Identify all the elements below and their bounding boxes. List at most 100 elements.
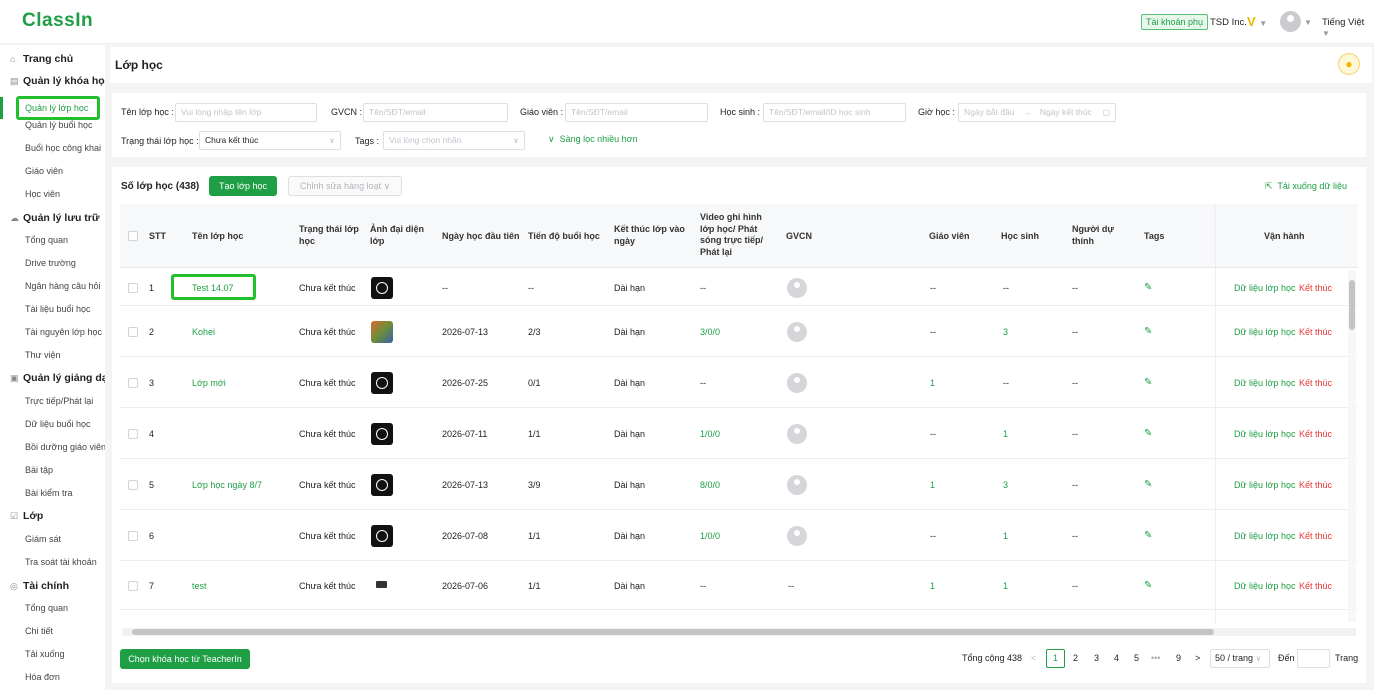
scroll-thumb[interactable] [132,629,1214,635]
class-name-link[interactable]: test [192,581,207,591]
sidebar-section[interactable]: ◎ Tài chính [0,580,105,600]
sidebar-item[interactable]: Bồi dưỡng giáo viên [0,442,105,462]
class-data-link[interactable]: Dữ liệu lớp học [1234,378,1295,388]
student-input[interactable]: Tên/SĐT/email/ID học sinh [763,103,906,122]
teacher-input[interactable]: Tên/SĐT/email [565,103,708,122]
sidebar-item[interactable]: Giám sát [0,534,105,554]
row-checkbox[interactable] [128,378,138,388]
lightbulb-icon[interactable]: ● [1338,53,1360,75]
sidebar-item[interactable]: Tải xuống [0,649,105,669]
row-checkbox[interactable] [128,581,138,591]
class-avatar-image[interactable] [371,321,393,343]
end-class-link[interactable]: Kết thúc [1299,327,1332,337]
edit-tags-icon[interactable]: ✎ [1144,326,1152,337]
page-ellipsis[interactable]: ••• [1151,653,1160,663]
video-count[interactable]: 1/0/0 [700,531,720,541]
class-data-link[interactable]: Dữ liệu lớp học [1234,531,1295,541]
date-range-input[interactable]: Ngày bắt đầu → Ngày kết thúc ▢ [958,103,1116,122]
class-data-link[interactable]: Dữ liệu lớp học [1234,581,1295,591]
vip-badge[interactable]: V ▼ [1247,14,1267,29]
class-avatar-image[interactable] [371,372,393,394]
sidebar-item[interactable]: Bài tập [0,465,105,485]
homeroom-teacher-avatar[interactable] [787,373,807,393]
sidebar-item[interactable]: Quản lý buổi học [0,120,105,140]
student-count[interactable]: 3 [1003,327,1008,337]
homeroom-teacher-avatar[interactable] [787,475,807,495]
download-data-link[interactable]: ⇱ Tải xuống dữ liệu [1265,181,1347,192]
edit-tags-icon[interactable]: ✎ [1144,580,1152,591]
page-size-select[interactable]: 50 / trang ∨ [1210,649,1270,668]
video-count[interactable]: 8/0/0 [700,480,720,490]
sidebar-item[interactable]: Ngân hàng câu hỏi [0,281,105,301]
video-count[interactable]: 3/0/0 [700,327,720,337]
end-class-link[interactable]: Kết thúc [1299,378,1332,388]
sidebar-section[interactable]: ☁ Quản lý lưu trữ [0,212,105,232]
class-name-link[interactable]: Lớp học ngày 8/7 [192,480,262,490]
sidebar-item[interactable]: Tra soát tài khoản [0,557,105,577]
end-class-link[interactable]: Kết thúc [1299,429,1332,439]
video-count[interactable]: 1/0/0 [700,429,720,439]
class-avatar-image[interactable] [371,525,393,547]
homeroom-teacher-avatar[interactable] [787,526,807,546]
class-data-link[interactable]: Dữ liệu lớp học [1234,283,1295,293]
language-selector[interactable]: Tiếng Việt ▼ [1322,17,1374,39]
page-4-button[interactable]: 4 [1114,653,1119,663]
student-count[interactable]: 1 [1003,429,1008,439]
student-count[interactable]: 3 [1003,480,1008,490]
more-filters-link[interactable]: ∨ Sàng lọc nhiều hơn [548,134,638,145]
sidebar-section[interactable]: ▣ Quản lý giảng dạy [0,372,105,392]
end-class-link[interactable]: Kết thúc [1299,283,1332,293]
row-checkbox[interactable] [128,283,138,293]
sidebar-item[interactable]: Giáo viên [0,166,105,186]
sidebar-item[interactable]: Chi tiết [0,626,105,646]
teacher-count[interactable]: 1 [930,480,935,490]
edit-tags-icon[interactable]: ✎ [1144,428,1152,439]
homeroom-teacher-avatar[interactable] [787,322,807,342]
edit-tags-icon[interactable]: ✎ [1144,377,1152,388]
classin-logo[interactable]: ClassIn [22,10,93,32]
student-count[interactable]: 1 [1003,531,1008,541]
sidebar-section[interactable]: ⌂ Trang chủ [0,53,105,73]
page-2-button[interactable]: 2 [1073,653,1078,663]
vertical-scrollbar[interactable] [1348,270,1356,622]
row-checkbox[interactable] [128,531,138,541]
scroll-thumb[interactable] [1349,280,1355,330]
class-data-link[interactable]: Dữ liệu lớp học [1234,480,1295,490]
batch-edit-button[interactable]: Chỉnh sửa hàng loạt ∨ [288,176,402,196]
class-name-input[interactable]: Vui lòng nhập tên lớp [175,103,317,122]
user-avatar[interactable] [1280,11,1301,32]
row-checkbox[interactable] [128,480,138,490]
end-class-link[interactable]: Kết thúc [1299,581,1332,591]
row-checkbox[interactable] [128,429,138,439]
gvcn-input[interactable]: Tên/SĐT/email [363,103,508,122]
class-avatar-image[interactable] [371,575,393,597]
create-class-button[interactable]: Tạo lớp học [209,176,277,196]
sidebar-section[interactable]: ▤ Quản lý khóa học [0,75,105,95]
sidebar-item[interactable]: Bài kiểm tra [0,488,105,508]
sidebar-item[interactable]: Trực tiếp/Phát lại [0,396,105,416]
page-9-button[interactable]: 9 [1176,653,1181,663]
teacher-count[interactable]: 1 [930,581,935,591]
chevron-down-icon[interactable]: ▼ [1304,18,1312,27]
select-all-checkbox[interactable] [128,231,138,241]
class-avatar-image[interactable] [371,277,393,299]
row-checkbox[interactable] [128,327,138,337]
class-data-link[interactable]: Dữ liệu lớp học [1234,327,1295,337]
end-class-link[interactable]: Kết thúc [1299,531,1332,541]
sidebar-item[interactable]: Thư viện [0,350,105,370]
end-class-link[interactable]: Kết thúc [1299,480,1332,490]
class-name-link[interactable]: Kohei [192,327,215,337]
sub-account-badge[interactable]: Tài khoản phụ [1141,14,1209,30]
sidebar-item[interactable]: Dữ liệu buổi học [0,419,105,439]
homeroom-teacher-avatar[interactable] [787,424,807,444]
class-avatar-image[interactable] [371,423,393,445]
org-selector[interactable]: TSD Inc. [1210,17,1247,28]
sidebar-item[interactable]: Buổi học công khai [0,143,105,163]
sidebar-item[interactable]: Tài nguyên lớp học [0,327,105,347]
sidebar-item[interactable]: Tài liệu buổi học [0,304,105,324]
sidebar-item[interactable]: Hóa đơn [0,672,105,690]
sidebar-section[interactable]: ☑ Lớp [0,510,105,530]
horizontal-scrollbar[interactable] [122,628,1356,636]
sidebar-item[interactable]: Drive trường [0,258,105,278]
edit-tags-icon[interactable]: ✎ [1144,282,1152,293]
